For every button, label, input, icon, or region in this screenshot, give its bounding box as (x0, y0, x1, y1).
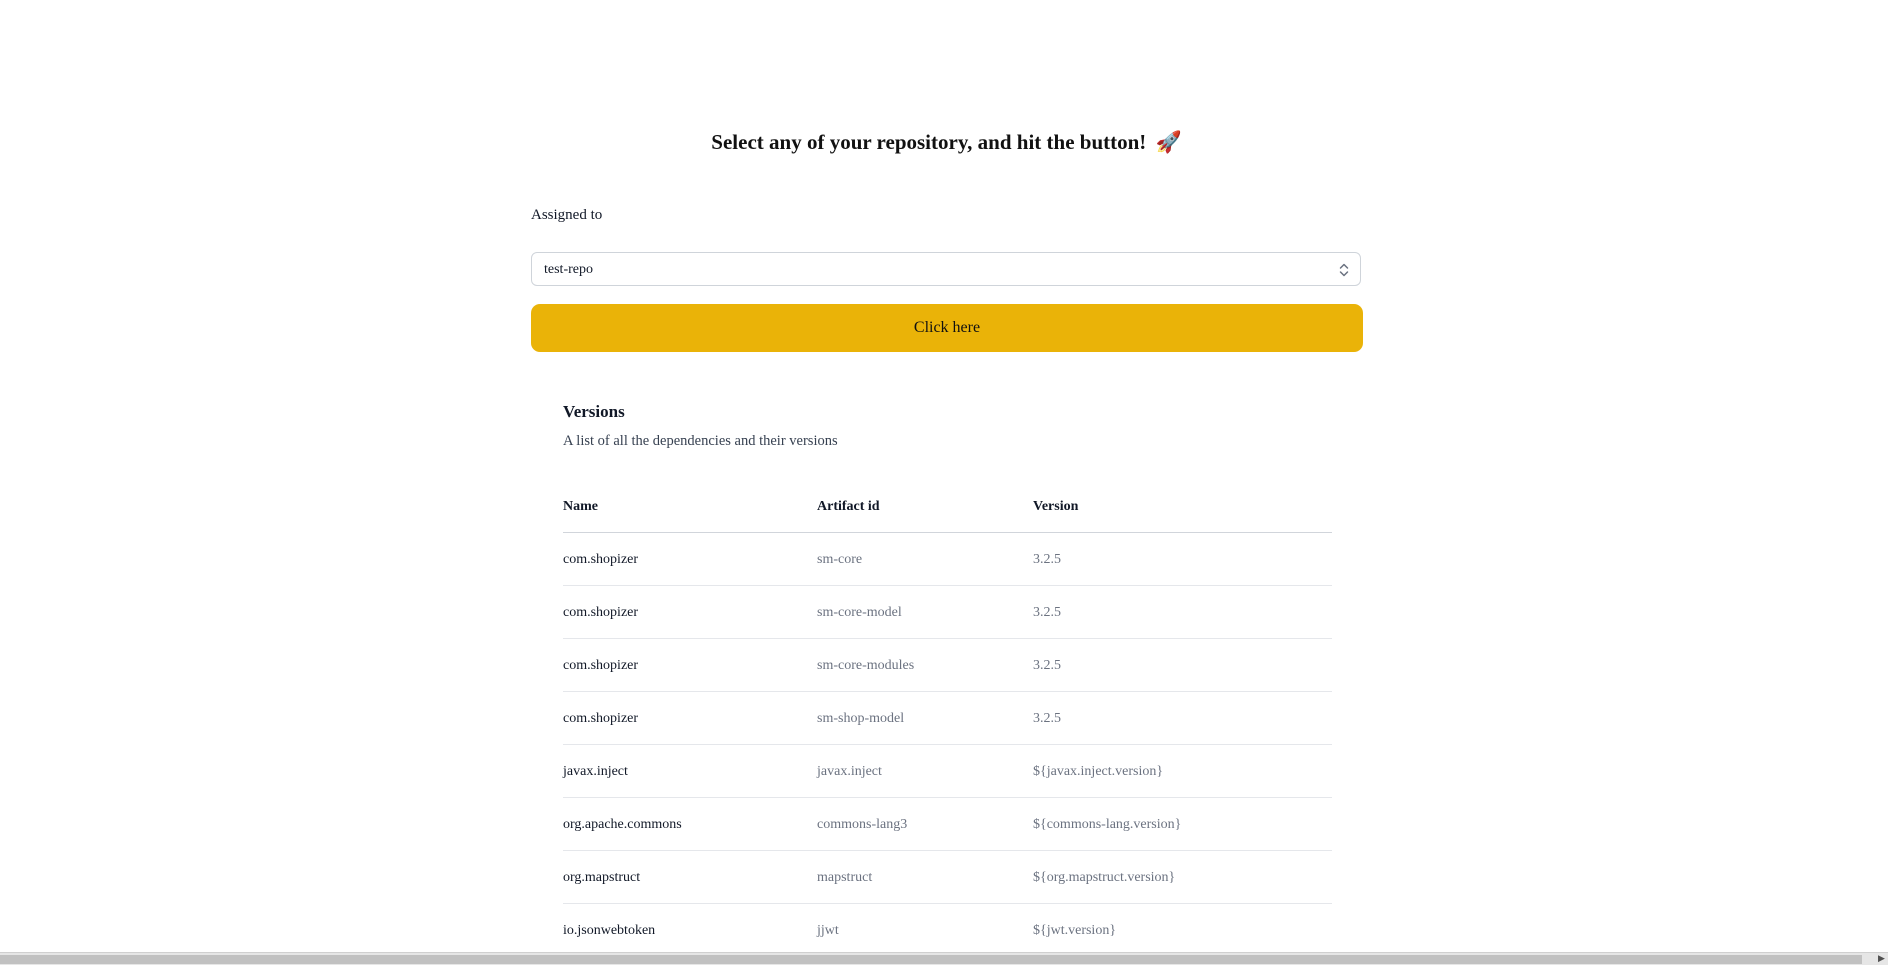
assigned-to-label: Assigned to (531, 207, 603, 223)
cell-version: 3.2.5 (1033, 605, 1061, 620)
cell-name: org.apache.commons (563, 817, 682, 832)
cell-version: 3.2.5 (1033, 552, 1061, 567)
versions-title: Versions (563, 402, 625, 421)
table-row: org.mapstruct mapstruct ${org.mapstruct.… (563, 851, 1332, 904)
cell-artifact-id: javax.inject (817, 764, 882, 779)
repository-select[interactable]: test-repo (531, 252, 1361, 286)
rocket-icon: 🚀 (1155, 130, 1182, 154)
table-row: com.shopizer sm-core 3.2.5 (563, 533, 1332, 586)
table-row: com.shopizer sm-core-modules 3.2.5 (563, 639, 1332, 692)
cell-artifact-id: jjwt (817, 923, 839, 938)
table-row: com.shopizer sm-shop-model 3.2.5 (563, 692, 1332, 745)
page: Select any of your repository, and hit t… (0, 0, 1888, 965)
cell-artifact-id: commons-lang3 (817, 817, 908, 832)
click-here-button[interactable]: Click here (531, 304, 1363, 352)
cell-version: ${jwt.version} (1033, 923, 1117, 938)
headline-text: Select any of your repository, and hit t… (711, 130, 1147, 154)
horizontal-scrollbar[interactable]: ▶ (0, 952, 1888, 965)
cell-name: com.shopizer (563, 605, 639, 620)
chevron-up-down-icon (1339, 263, 1349, 277)
column-header-version: Version (1033, 499, 1079, 514)
table-row: javax.inject javax.inject ${javax.inject… (563, 745, 1332, 798)
cell-artifact-id: sm-shop-model (817, 711, 905, 726)
cell-name: com.shopizer (563, 711, 639, 726)
table-header-row: Name Artifact id Version (563, 490, 1332, 533)
cell-name: io.jsonwebtoken (563, 923, 656, 938)
table-row: com.shopizer sm-core-model 3.2.5 (563, 586, 1332, 639)
versions-subtitle: A list of all the dependencies and their… (563, 433, 838, 449)
cell-artifact-id: sm-core-model (817, 605, 902, 620)
cell-version: ${org.mapstruct.version} (1033, 870, 1176, 885)
cell-version: 3.2.5 (1033, 711, 1061, 726)
cell-name: com.shopizer (563, 552, 639, 567)
cell-version: 3.2.5 (1033, 658, 1061, 673)
cell-artifact-id: mapstruct (817, 870, 873, 885)
cell-version: ${commons-lang.version} (1033, 817, 1182, 832)
table-row: io.jsonwebtoken jjwt ${jwt.version} (563, 904, 1332, 956)
cell-name: org.mapstruct (563, 870, 641, 885)
column-header-artifact-id: Artifact id (817, 499, 880, 514)
cell-version: ${javax.inject.version} (1033, 764, 1164, 779)
table-row: org.apache.commons commons-lang3 ${commo… (563, 798, 1332, 851)
cell-name: javax.inject (563, 764, 628, 779)
scroll-right-arrow-icon[interactable]: ▶ (1875, 953, 1888, 965)
column-header-name: Name (563, 499, 598, 514)
repository-select-value: test-repo (544, 262, 593, 277)
cell-artifact-id: sm-core (817, 552, 863, 567)
cell-name: com.shopizer (563, 658, 639, 673)
scrollbar-thumb[interactable] (0, 955, 1862, 964)
versions-table: Name Artifact id Version com.shopizer sm… (563, 490, 1332, 956)
cell-artifact-id: sm-core-modules (817, 658, 915, 673)
page-headline: Select any of your repository, and hit t… (0, 127, 1888, 157)
